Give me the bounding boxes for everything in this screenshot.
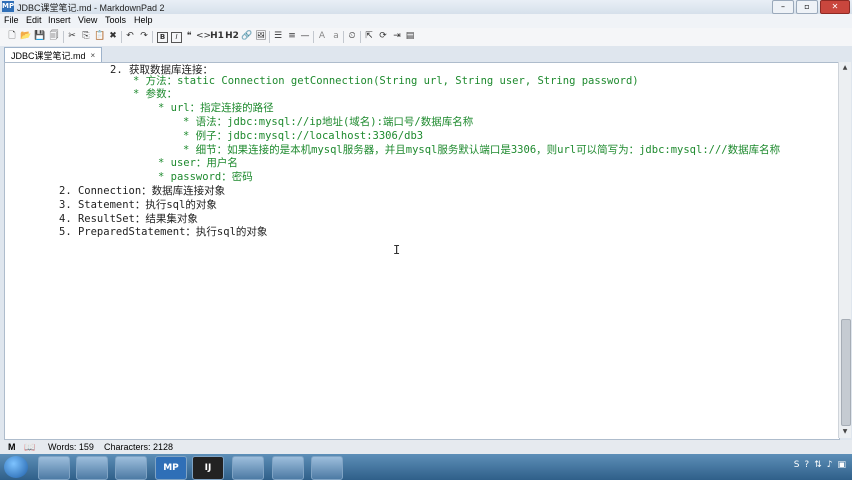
menu-bar: File Edit Insert View Tools Help <box>0 14 852 28</box>
bold-button[interactable]: B <box>157 32 168 43</box>
toolbar-separator <box>313 31 314 43</box>
markdown-icon[interactable]: M <box>8 442 16 452</box>
toolbar-overflow-icon[interactable]: ▤ <box>404 30 416 43</box>
italic-button[interactable]: I <box>171 32 182 43</box>
toolbar-separator <box>343 31 344 43</box>
preview-icon[interactable]: ⇱ <box>363 30 375 43</box>
undo-icon[interactable]: ↶ <box>124 30 136 43</box>
editor-line: 3. Statement：执行sql的对象 <box>59 199 217 211</box>
editor-pane[interactable]: 2. 获取数据库连接： * 方法：static Connection getCo… <box>4 62 840 440</box>
cut-icon[interactable]: ✂ <box>66 30 78 43</box>
editor-line: * user：用户名 <box>158 157 238 169</box>
editor-line: * 例子：jdbc:mysql://localhost:3306/db3 <box>183 130 424 142</box>
text-cursor: I <box>393 243 401 257</box>
scroll-up-icon[interactable]: ▲ <box>839 62 851 74</box>
new-file-icon[interactable]: 🗋 <box>6 30 18 43</box>
uppercase-button[interactable]: A <box>316 30 328 43</box>
menu-help[interactable]: Help <box>134 15 153 25</box>
scroll-down-icon[interactable]: ▼ <box>839 426 851 438</box>
open-folder-icon[interactable]: 📂 <box>20 30 32 43</box>
editor-line: * 参数： <box>133 88 178 100</box>
editor-line: * 方法：static Connection getConnection(Str… <box>133 75 639 87</box>
maximize-button[interactable]: ▫ <box>796 0 818 14</box>
taskbar-intellij[interactable]: IJ <box>192 456 224 480</box>
toolbar-separator <box>63 31 64 43</box>
h2-button[interactable]: H2 <box>225 30 239 43</box>
redo-icon[interactable]: ↷ <box>138 30 150 43</box>
timestamp-icon[interactable]: ⏲ <box>346 30 358 43</box>
close-button[interactable]: ✕ <box>820 0 850 14</box>
save-icon[interactable]: 💾 <box>34 30 46 43</box>
volume-icon[interactable]: ♪ <box>827 460 833 470</box>
bulleted-list-icon[interactable]: ☰ <box>272 30 284 43</box>
export-icon[interactable]: ⇥ <box>391 30 403 43</box>
editor-line: 5. PreparedStatement：执行sql的对象 <box>59 226 268 238</box>
character-count: Characters: 2128 <box>104 442 174 452</box>
status-bar: M 📖 Words: 159 Characters: 2128 <box>0 440 852 454</box>
copy-icon[interactable]: ⎘ <box>80 30 92 43</box>
taskbar-markdownpad[interactable]: MP <box>155 456 187 480</box>
code-button[interactable]: <> <box>196 30 211 43</box>
editor-line: * url：指定连接的路径 <box>158 102 274 114</box>
window-title: JDBC课堂笔记.md - MarkdownPad 2 <box>17 3 165 13</box>
taskbar-help-icon[interactable] <box>272 456 304 480</box>
toolbar-separator <box>152 31 153 43</box>
book-icon[interactable]: 📖 <box>24 442 35 453</box>
scrollbar-thumb[interactable] <box>841 319 851 426</box>
help-tray-icon[interactable]: ? <box>804 460 809 470</box>
delete-icon[interactable]: ✖ <box>107 30 119 43</box>
taskbar-folder-icon[interactable] <box>115 456 147 480</box>
menu-edit[interactable]: Edit <box>26 15 42 25</box>
minimize-button[interactable]: – <box>772 0 794 14</box>
horizontal-rule-icon[interactable]: — <box>299 30 311 43</box>
tab-bar: JDBC课堂笔记.md × <box>0 46 852 62</box>
taskbar-app-icon[interactable] <box>38 456 70 480</box>
taskbar-app-icon[interactable] <box>76 456 108 480</box>
tab-close-icon[interactable]: × <box>91 51 96 60</box>
paste-icon[interactable]: 📋 <box>94 30 106 43</box>
image-icon[interactable]: 🖼 <box>255 30 267 43</box>
editor-line: 4. ResultSet：结果集对象 <box>59 213 198 225</box>
tab-document[interactable]: JDBC课堂笔记.md × <box>4 47 103 62</box>
toolbar: 🗋 📂 💾 🗐 ✂ ⎘ 📋 ✖ ↶ ↷ B I ❝ <> H1 H2 🔗 🖼 ☰… <box>0 28 852 47</box>
h1-button[interactable]: H1 <box>210 30 224 43</box>
window-titlebar: MP JDBC课堂笔记.md - MarkdownPad 2 – ▫ ✕ <box>0 0 852 14</box>
vertical-scrollbar[interactable]: ▲ ▼ <box>838 62 851 438</box>
windows-taskbar: MP IJ S ? ⇅ ♪ ▣ <box>0 454 852 480</box>
word-count: Words: 159 <box>48 442 94 452</box>
app-icon: MP <box>2 1 15 12</box>
tray-app-icon[interactable]: ▣ <box>837 460 846 470</box>
ime-icon[interactable]: S <box>794 460 800 470</box>
numbered-list-icon[interactable]: ≡ <box>286 30 298 43</box>
menu-tools[interactable]: Tools <box>105 15 126 25</box>
taskbar-app-icon[interactable] <box>232 456 264 480</box>
toolbar-separator <box>121 31 122 43</box>
editor-line: * password：密码 <box>158 171 253 183</box>
editor-line: * 细节：如果连接的是本机mysql服务器，并且mysql服务默认端口是3306… <box>183 144 781 156</box>
menu-file[interactable]: File <box>4 15 19 25</box>
system-tray: S ? ⇅ ♪ ▣ <box>794 460 846 470</box>
editor-line: * 语法：jdbc:mysql://ip地址(域名):端口号/数据库名称 <box>183 116 474 128</box>
lowercase-button[interactable]: a <box>330 30 342 43</box>
save-all-icon[interactable]: 🗐 <box>48 30 60 43</box>
link-icon[interactable]: 🔗 <box>241 30 253 43</box>
menu-insert[interactable]: Insert <box>48 15 71 25</box>
quote-icon[interactable]: ❝ <box>183 30 195 43</box>
toolbar-separator <box>360 31 361 43</box>
editor-line: 2. Connection：数据库连接对象 <box>59 185 226 197</box>
refresh-icon[interactable]: ⟳ <box>377 30 389 43</box>
tab-label: JDBC课堂笔记.md <box>11 50 86 61</box>
taskbar-chart-icon[interactable] <box>311 456 343 480</box>
menu-view[interactable]: View <box>78 15 97 25</box>
toolbar-separator <box>269 31 270 43</box>
network-icon[interactable]: ⇅ <box>814 460 822 470</box>
start-button[interactable] <box>4 456 28 478</box>
